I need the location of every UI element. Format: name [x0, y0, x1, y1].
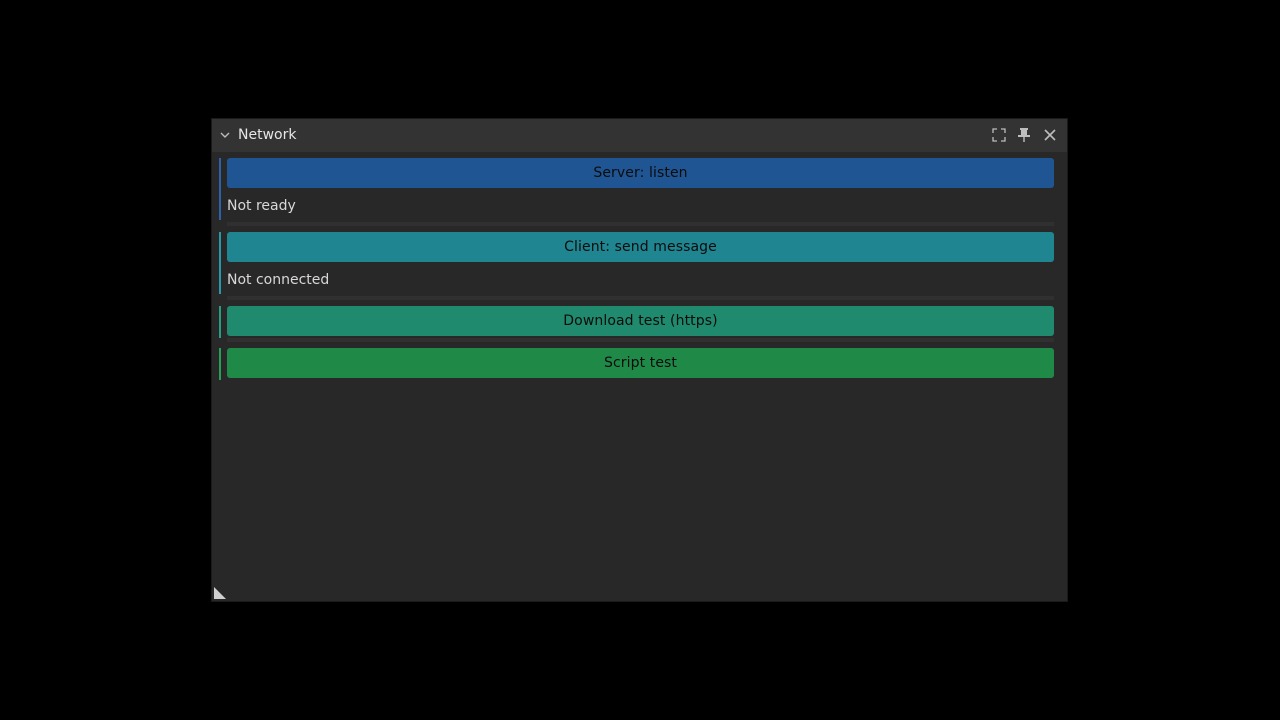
server-section-accent — [219, 158, 221, 220]
server-status-text: Not ready — [227, 198, 296, 214]
section-divider — [227, 222, 1054, 226]
download-section-accent — [219, 306, 221, 338]
section-divider — [227, 338, 1054, 342]
section-divider — [227, 296, 1054, 300]
chevron-down-icon[interactable] — [219, 129, 231, 141]
script-test-button[interactable]: Script test — [227, 348, 1054, 378]
window-titlebar[interactable]: Network — [212, 119, 1067, 152]
window-content: Server: listen Not ready Client: send me… — [212, 152, 1067, 601]
download-test-button[interactable]: Download test (https) — [227, 306, 1054, 336]
client-status-text: Not connected — [227, 272, 330, 288]
network-window: Network Server: listen Not ready Client:… — [212, 119, 1067, 601]
close-icon[interactable] — [1042, 127, 1058, 143]
resize-grip-icon[interactable] — [214, 587, 226, 599]
client-section-accent — [219, 232, 221, 294]
window-title: Network — [238, 127, 297, 143]
maximize-icon[interactable] — [991, 127, 1007, 143]
script-section-accent — [219, 348, 221, 380]
client-send-message-button[interactable]: Client: send message — [227, 232, 1054, 262]
server-listen-button[interactable]: Server: listen — [227, 158, 1054, 188]
pin-icon[interactable] — [1016, 127, 1032, 143]
